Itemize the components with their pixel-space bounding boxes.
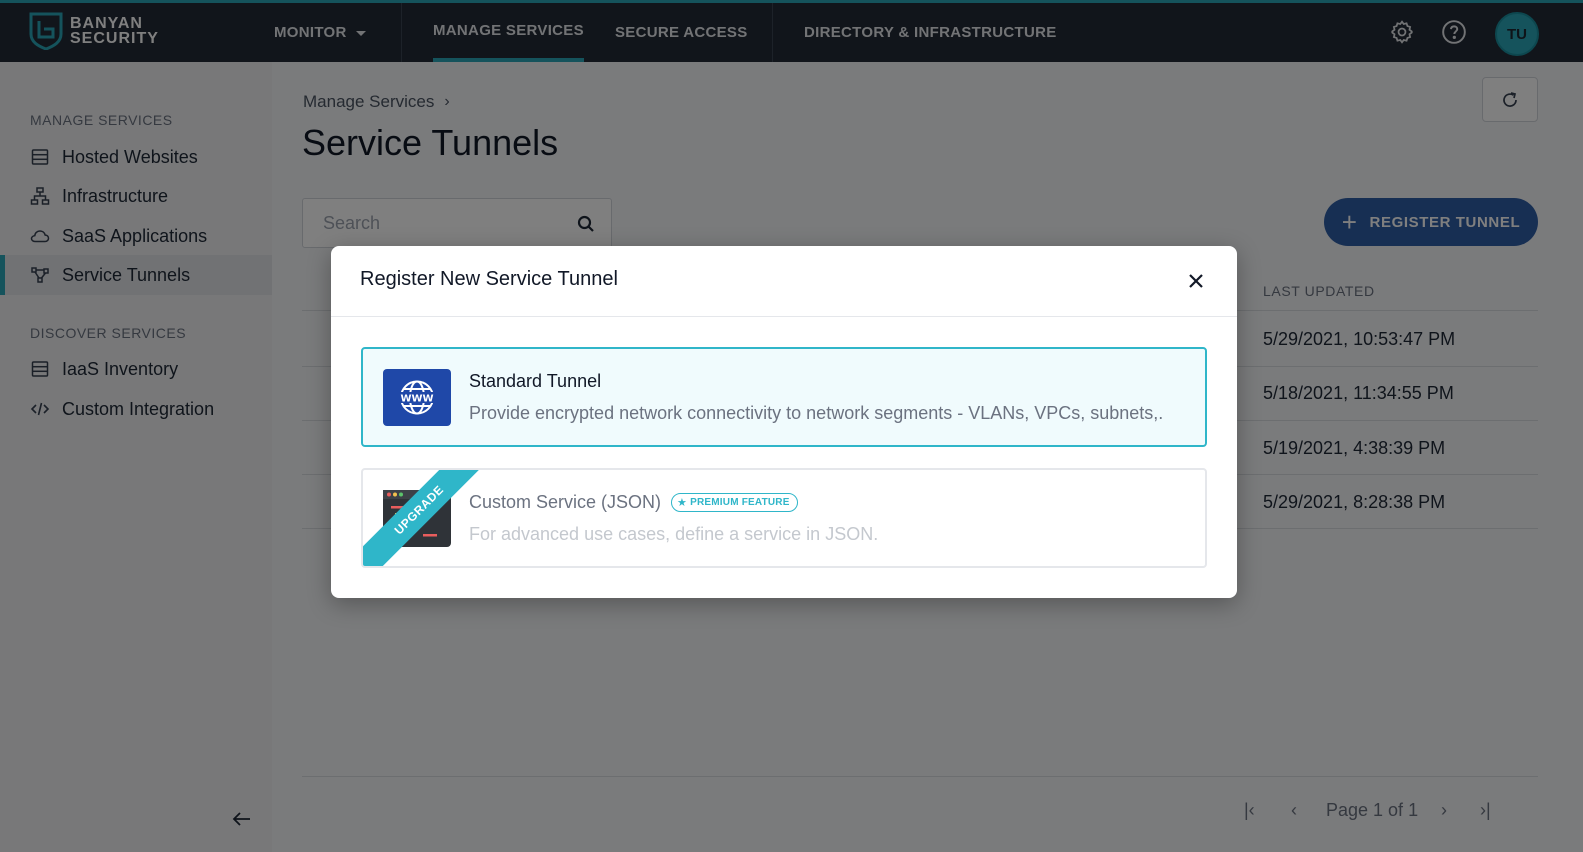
upgrade-ribbon[interactable]: UPGRADE	[363, 470, 493, 566]
option-title: Custom Service (JSON) ★ PREMIUM FEATURE	[469, 492, 798, 513]
option-description: For advanced use cases, define a service…	[469, 524, 879, 544]
premium-badge-label: PREMIUM FEATURE	[690, 497, 790, 508]
modal-title: Register New Service Tunnel	[360, 268, 618, 290]
modal-header: Register New Service Tunnel	[331, 246, 1237, 317]
star-icon: ★	[677, 497, 688, 509]
register-tunnel-modal: Register New Service Tunnel WWW Standard…	[331, 246, 1237, 598]
custom-service-json-option[interactable]: UPGRADE Custom Service (JSON) ★ PREMIUM …	[361, 468, 1207, 568]
svg-text:WWW: WWW	[400, 394, 433, 405]
standard-tunnel-option[interactable]: WWW Standard Tunnel Provide encrypted ne…	[361, 347, 1207, 447]
close-icon[interactable]	[1184, 269, 1208, 293]
option-title-text: Custom Service (JSON)	[469, 492, 662, 512]
premium-feature-badge: ★ PREMIUM FEATURE	[671, 493, 798, 512]
option-description: Provide encrypted network connectivity t…	[469, 403, 1164, 423]
www-globe-icon: WWW	[383, 369, 451, 426]
option-title: Standard Tunnel	[469, 371, 602, 391]
